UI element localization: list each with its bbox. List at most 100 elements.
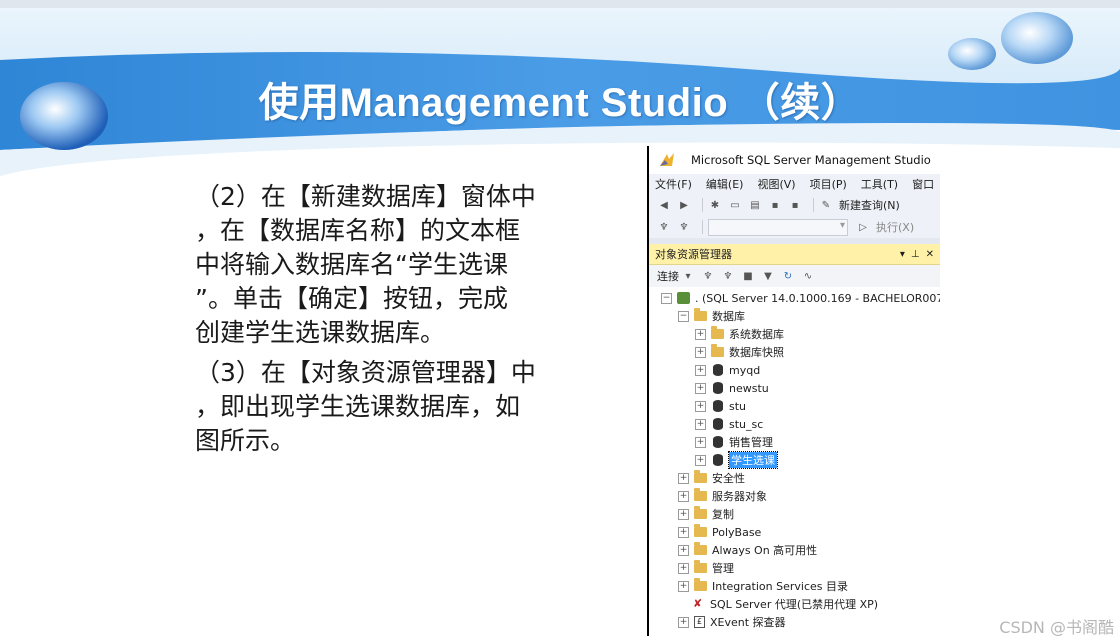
stop-icon[interactable]: ■ bbox=[741, 269, 755, 283]
ssms-titlebar: Microsoft SQL Server Management Studio bbox=[649, 146, 940, 174]
text-line: ，在【数据库名称】的文本框 bbox=[195, 216, 521, 245]
tree-item-label: myqd bbox=[729, 363, 761, 377]
tree-databases-node[interactable]: − 数据库 bbox=[649, 307, 940, 325]
tree-database-item[interactable]: + 系统数据库 bbox=[649, 325, 940, 343]
database-icon bbox=[713, 454, 723, 466]
activity-monitor-icon[interactable]: ∿ bbox=[801, 269, 815, 283]
folder-icon bbox=[694, 542, 707, 555]
filter-icon[interactable]: ▼ bbox=[761, 269, 775, 283]
slide-body: （2）在【新建数据库】窗体中 ，在【数据库名称】的文本框 中将输入数据库名“学生… bbox=[195, 180, 595, 464]
expand-icon[interactable]: + bbox=[678, 562, 689, 574]
connect-dropdown-icon[interactable]: ▾ bbox=[681, 269, 695, 283]
slide-title: 使用Management Studio （续） bbox=[258, 81, 862, 125]
tree-node[interactable]: + Always On 高可用性 bbox=[649, 541, 940, 559]
back-icon[interactable]: ◀ bbox=[657, 198, 671, 212]
execute-button[interactable]: 执行(X) bbox=[876, 219, 914, 235]
tree-item-label: 管理 bbox=[712, 562, 734, 575]
menu-project[interactable]: 项目(P) bbox=[810, 176, 847, 192]
object-explorer-tree: − . (SQL Server 14.0.1000.169 - BACHELOR… bbox=[649, 287, 940, 631]
database-icon bbox=[713, 436, 723, 448]
database-selector[interactable] bbox=[708, 218, 848, 236]
expand-icon[interactable]: + bbox=[678, 580, 689, 592]
ssms-screenshot: Microsoft SQL Server Management Studio 文… bbox=[647, 146, 940, 636]
tree-database-item-selected[interactable]: + 学生选课 bbox=[649, 451, 940, 469]
tree-database-item[interactable]: + 销售管理 bbox=[649, 433, 940, 451]
dropdown-icon[interactable]: ▾ bbox=[900, 249, 905, 260]
csdn-watermark: CSDN @书阁酷 bbox=[999, 618, 1114, 637]
menu-file[interactable]: 文件(F) bbox=[655, 176, 692, 192]
expand-icon[interactable]: + bbox=[678, 526, 689, 538]
tree-database-item[interactable]: + stu_sc bbox=[649, 415, 940, 433]
expand-icon[interactable]: + bbox=[695, 346, 706, 358]
close-icon[interactable]: ✕ bbox=[926, 249, 934, 260]
tree-node[interactable]: + 服务器对象 bbox=[649, 487, 940, 505]
text-line: ，即出现学生选课数据库，如 bbox=[195, 392, 521, 421]
tree-node[interactable]: + 安全性 bbox=[649, 469, 940, 487]
step-3-paragraph: （3）在【对象资源管理器】中 ，即出现学生选课数据库，如 图所示。 bbox=[195, 356, 595, 458]
tree-node[interactable]: + £ XEvent 探查器 bbox=[649, 613, 940, 631]
tree-node[interactable]: + 管理 bbox=[649, 559, 940, 577]
object-explorer-header: 对象资源管理器 ▾ ⊥ ✕ bbox=[649, 244, 940, 265]
expand-icon[interactable]: + bbox=[695, 454, 706, 466]
expand-icon[interactable]: + bbox=[695, 418, 706, 430]
expand-icon[interactable]: + bbox=[678, 472, 689, 484]
database-icon bbox=[713, 400, 723, 412]
collapse-icon[interactable]: − bbox=[678, 310, 689, 322]
tree-server-node[interactable]: − . (SQL Server 14.0.1000.169 - BACHELOR… bbox=[649, 289, 940, 307]
menu-edit[interactable]: 编辑(E) bbox=[706, 176, 744, 192]
xevent-icon: £ bbox=[694, 616, 705, 628]
open-file-icon[interactable]: ▤ bbox=[748, 198, 762, 212]
database-icon bbox=[713, 382, 723, 394]
filter-settings-icon[interactable]: ♆ bbox=[677, 220, 691, 234]
tree-item-label: 服务器对象 bbox=[712, 490, 767, 503]
filter-icon[interactable]: ♆ bbox=[657, 220, 671, 234]
save-icon[interactable]: ▪ bbox=[768, 198, 782, 212]
menu-tools[interactable]: 工具(T) bbox=[861, 176, 898, 192]
menu-window[interactable]: 窗口 bbox=[912, 176, 934, 192]
forward-icon[interactable]: ▶ bbox=[677, 198, 691, 212]
sql-toolbar: ♆ ♆ ▷ 执行(X) bbox=[649, 216, 940, 238]
text-line: （2）在【新建数据库】窗体中 bbox=[195, 182, 536, 211]
text-line: 图所示。 bbox=[195, 426, 296, 455]
folder-icon bbox=[694, 488, 707, 501]
execute-icon[interactable]: ▷ bbox=[856, 220, 870, 234]
expand-icon[interactable]: + bbox=[695, 328, 706, 340]
expand-icon[interactable]: + bbox=[695, 382, 706, 394]
disconnect-icon[interactable]: ♆ bbox=[721, 269, 735, 283]
tree-database-item[interactable]: + myqd bbox=[649, 361, 940, 379]
tree-database-item[interactable]: + stu bbox=[649, 397, 940, 415]
expand-icon[interactable]: + bbox=[678, 490, 689, 502]
tree-node[interactable]: + 复制 bbox=[649, 505, 940, 523]
expand-icon[interactable]: + bbox=[695, 400, 706, 412]
expand-icon[interactable]: + bbox=[695, 364, 706, 376]
refresh-icon[interactable]: ↻ bbox=[781, 269, 795, 283]
tree-database-item[interactable]: + 数据库快照 bbox=[649, 343, 940, 361]
pin-icon[interactable]: ⊥ bbox=[911, 249, 920, 260]
object-explorer-toolbar: 连接 ▾ ♆ ♆ ■ ▼ ↻ ∿ bbox=[649, 265, 940, 287]
tree-item-label: SQL Server 代理(已禁用代理 XP) bbox=[710, 598, 879, 611]
expand-icon[interactable]: + bbox=[695, 436, 706, 448]
new-query-button[interactable]: 新建查询(N) bbox=[839, 197, 900, 213]
tree-node[interactable]: + Integration Services 目录 bbox=[649, 577, 940, 595]
folder-icon bbox=[694, 308, 707, 321]
expand-icon[interactable]: + bbox=[678, 508, 689, 520]
connect-icon[interactable]: ♆ bbox=[701, 269, 715, 283]
menu-view[interactable]: 视图(V) bbox=[757, 176, 795, 192]
toolbar-separator bbox=[813, 198, 814, 212]
tree-item-label: Integration Services 目录 bbox=[712, 580, 848, 593]
tree-database-item[interactable]: + newstu bbox=[649, 379, 940, 397]
expand-icon[interactable]: + bbox=[678, 616, 689, 628]
new-project-icon[interactable]: ✱ bbox=[708, 198, 722, 212]
save-all-icon[interactable]: ▪ bbox=[788, 198, 802, 212]
add-item-icon[interactable]: ▭ bbox=[728, 198, 742, 212]
expand-icon[interactable]: + bbox=[678, 544, 689, 556]
connect-button[interactable]: 连接 bbox=[657, 268, 679, 284]
ssms-logo-icon bbox=[658, 151, 676, 169]
new-query-icon[interactable]: ✎ bbox=[819, 198, 833, 212]
tree-node[interactable]: ✘ SQL Server 代理(已禁用代理 XP) bbox=[649, 595, 940, 613]
collapse-icon[interactable]: − bbox=[661, 292, 672, 304]
step-2-paragraph: （2）在【新建数据库】窗体中 ，在【数据库名称】的文本框 中将输入数据库名“学生… bbox=[195, 180, 595, 350]
object-explorer-title: 对象资源管理器 bbox=[655, 248, 732, 261]
tree-item-label: newstu bbox=[729, 381, 769, 395]
tree-node[interactable]: + PolyBase bbox=[649, 523, 940, 541]
